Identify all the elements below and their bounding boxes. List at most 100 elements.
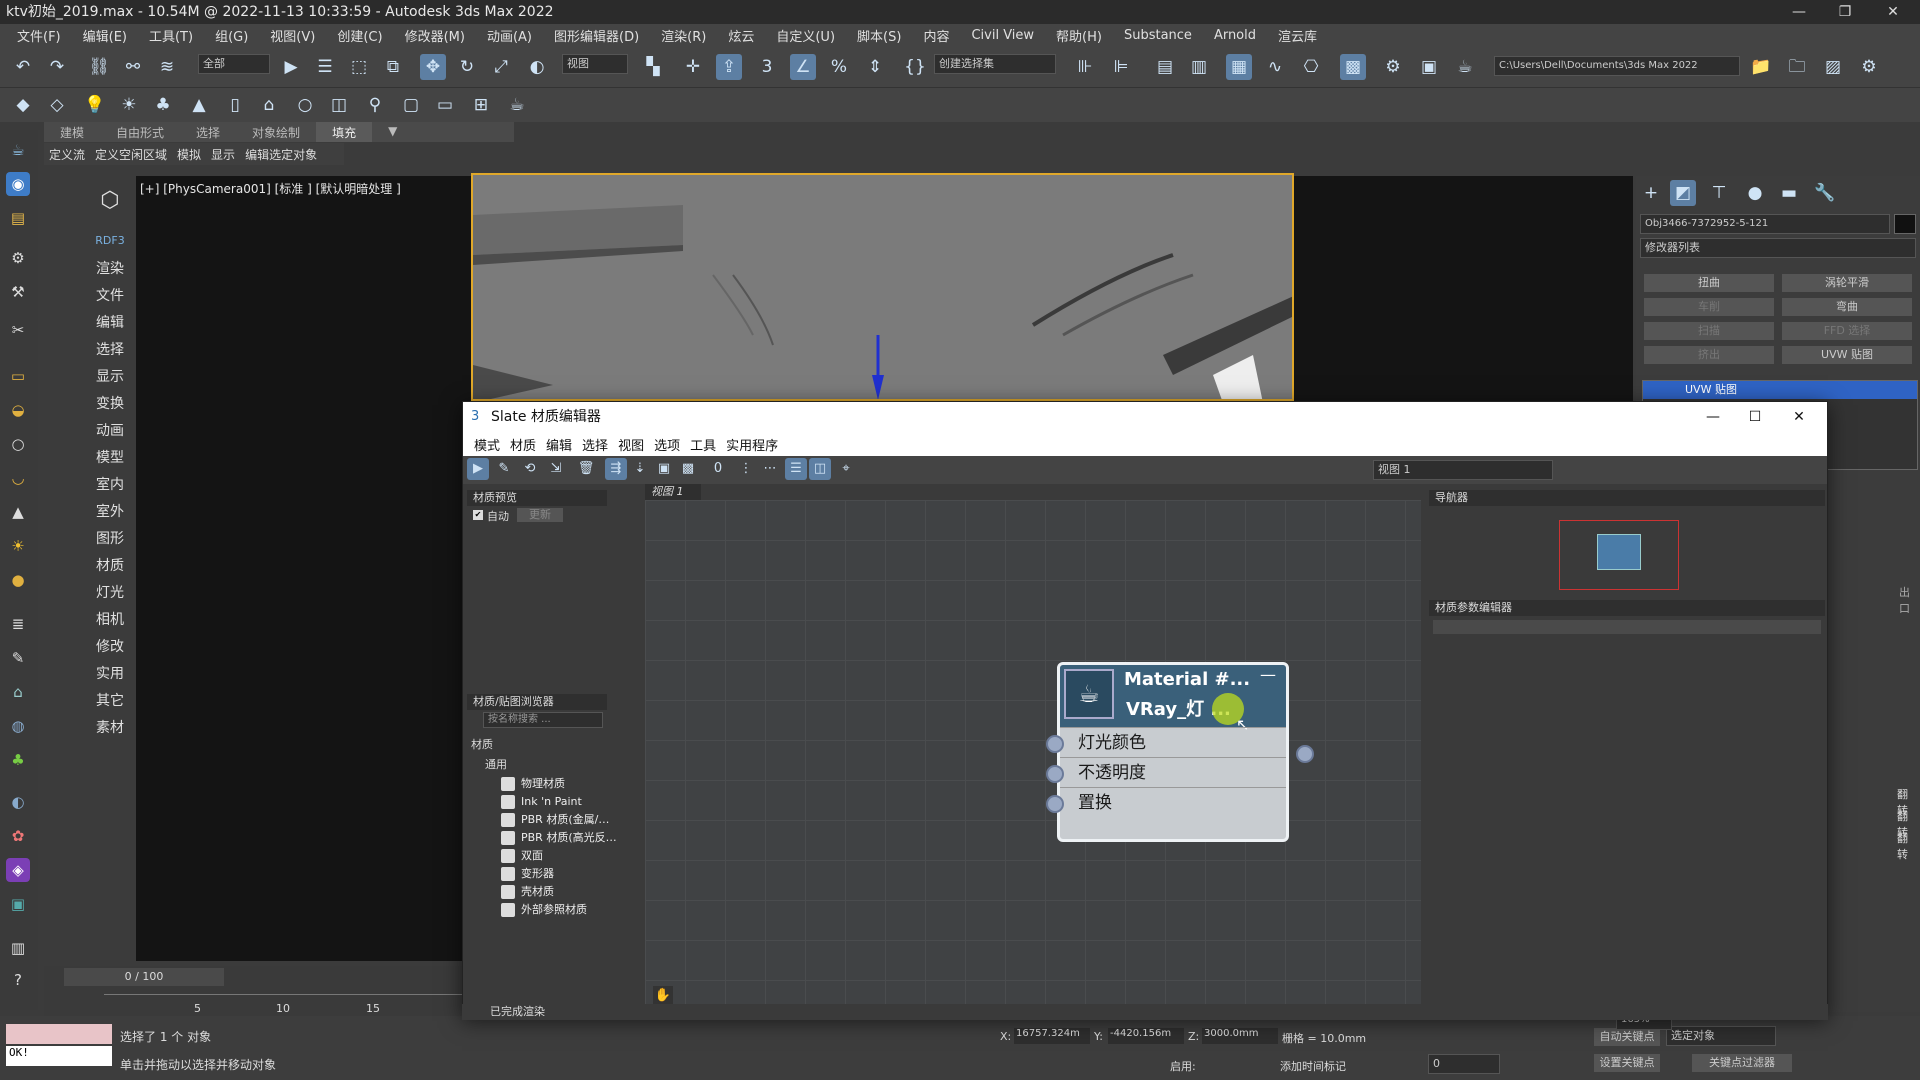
- align-icon[interactable]: ⊫: [1108, 54, 1134, 80]
- utilities-tab-icon[interactable]: 🔧: [1812, 180, 1838, 206]
- browser-item-4[interactable]: 双面: [497, 846, 633, 866]
- ribbon-tab-populate[interactable]: 填充: [316, 122, 373, 142]
- ribbon-options-icon[interactable]: ▼: [372, 122, 413, 142]
- plugin-item-11[interactable]: 材质: [86, 555, 134, 575]
- plugin-item-6[interactable]: 动画: [86, 420, 134, 440]
- toggle-browser-icon[interactable]: ☰: [785, 458, 807, 480]
- close-button[interactable]: ✕: [1870, 0, 1916, 24]
- select-by-material-icon[interactable]: ⌖: [835, 458, 857, 480]
- pan-hand-icon[interactable]: ✋: [653, 986, 673, 1006]
- viewport-label[interactable]: [+] [PhysCamera001] [标准 ] [默认明暗处理 ]: [140, 180, 401, 197]
- browser-item-5[interactable]: 变形器: [497, 864, 633, 884]
- key-object-dropdown[interactable]: 选定对象: [1666, 1026, 1776, 1046]
- ribbon-tab-modeling[interactable]: 建模: [44, 122, 100, 142]
- time-slider[interactable]: 0 / 100: [64, 968, 224, 986]
- mod-bend-button[interactable]: 弯曲: [1782, 298, 1912, 316]
- dock-book-icon[interactable]: ▤: [6, 206, 30, 230]
- plugin-item-5[interactable]: 变换: [86, 393, 134, 413]
- object-name-field[interactable]: Obj3466-7372952-5-121: [1640, 214, 1890, 234]
- frame-icon[interactable]: ◫: [326, 92, 352, 118]
- dock-globe-icon[interactable]: ◍: [6, 714, 30, 738]
- mod-twist-button[interactable]: 扭曲: [1644, 274, 1774, 292]
- update-button[interactable]: 更新: [517, 508, 563, 522]
- menu-item-13[interactable]: 内容: [914, 26, 958, 45]
- window-crossing-icon[interactable]: ⧉: [380, 54, 406, 80]
- browser-item-7[interactable]: 外部参照材质: [497, 900, 633, 920]
- schematic-view-icon[interactable]: ⎔: [1298, 54, 1324, 80]
- move-children-icon[interactable]: ⇶: [605, 458, 627, 480]
- angle-snap-icon[interactable]: ∠: [790, 54, 816, 80]
- x-coord-field[interactable]: 16757.324m: [1014, 1028, 1090, 1044]
- settings-icon[interactable]: ⚙: [1856, 54, 1882, 80]
- view-select-dropdown[interactable]: 视图 1: [1373, 460, 1553, 480]
- dock-stairs-icon[interactable]: ≣: [6, 612, 30, 636]
- browser-item-3[interactable]: PBR 材质(高光反…: [497, 828, 633, 848]
- lamp-icon[interactable]: ⚲: [362, 92, 388, 118]
- modifier-list-dropdown[interactable]: 修改器列表: [1640, 238, 1916, 258]
- slate-menu-item-4[interactable]: 视图: [613, 435, 649, 454]
- snap-toggle-icon[interactable]: 3: [754, 54, 780, 80]
- percent-snap-icon[interactable]: %: [826, 54, 852, 80]
- dock-building-icon[interactable]: ⌂: [6, 680, 30, 704]
- select-manipulate-icon[interactable]: ✛: [680, 54, 706, 80]
- dock-render-icon[interactable]: ▣: [6, 892, 30, 916]
- show-map-icon[interactable]: ▣: [653, 458, 675, 480]
- object-color-swatch[interactable]: [1894, 214, 1916, 234]
- mod-uvw-map-button[interactable]: UVW 贴图: [1782, 346, 1912, 364]
- minimize-button[interactable]: —: [1776, 0, 1822, 24]
- dock-orb-icon[interactable]: ◐: [6, 790, 30, 814]
- scene-explorer-icon[interactable]: ▦: [1226, 54, 1252, 80]
- hierarchy-tab-icon[interactable]: ⊤: [1706, 180, 1732, 206]
- plugin-item-12[interactable]: 灯光: [86, 582, 134, 602]
- grid-icon[interactable]: ⊞: [468, 92, 494, 118]
- plugin-item-4[interactable]: 显示: [86, 366, 134, 386]
- category-material[interactable]: 材质: [471, 736, 493, 752]
- slate-menu-item-3[interactable]: 选择: [577, 435, 613, 454]
- mod-turbosmooth-button[interactable]: 涡轮平滑: [1782, 274, 1912, 292]
- select-tool-icon[interactable]: ▶: [467, 458, 489, 480]
- ribbon-sub-define-flows[interactable]: 定义流: [44, 143, 90, 165]
- menu-item-3[interactable]: 组(G): [206, 26, 257, 45]
- named-selection-dropdown[interactable]: 创建选择集: [934, 54, 1056, 74]
- menu-item-4[interactable]: 视图(V): [261, 26, 324, 45]
- slate-menu-item-6[interactable]: 工具: [685, 435, 721, 454]
- toggle-ribbon-icon[interactable]: ▥: [1186, 54, 1212, 80]
- menu-item-0[interactable]: 文件(F): [8, 26, 70, 45]
- mod-extrude-button[interactable]: 挤出: [1644, 346, 1774, 364]
- rotate-icon[interactable]: ↻: [454, 54, 480, 80]
- stack-item-uvw[interactable]: UVW 贴图: [1643, 381, 1917, 399]
- modify-tab-icon[interactable]: ◩: [1670, 180, 1696, 206]
- dock-cone-icon[interactable]: ▲: [6, 500, 30, 524]
- plugin-item-13[interactable]: 相机: [86, 609, 134, 629]
- slot-opacity[interactable]: 不透明度: [1046, 757, 1286, 787]
- navigator-panel[interactable]: [1429, 506, 1825, 596]
- ribbon-sub-define-idle[interactable]: 定义空闲区域: [90, 143, 172, 165]
- browser-item-6[interactable]: 壳材质: [497, 882, 633, 902]
- dock-ring-icon[interactable]: ○: [6, 432, 30, 456]
- delete-icon[interactable]: 🗑: [575, 458, 597, 480]
- project-folder-icon[interactable]: 📁: [1748, 54, 1774, 80]
- ribbon-tab-object-paint[interactable]: 对象绘制: [236, 122, 316, 142]
- create-geometry-icon[interactable]: ◆: [10, 92, 36, 118]
- dock-folder-icon[interactable]: ▭: [6, 364, 30, 388]
- spinner-snap-icon[interactable]: ⇕: [862, 54, 888, 80]
- ribbon-sub-display[interactable]: 显示: [206, 143, 240, 165]
- sun-icon[interactable]: ☀: [116, 92, 142, 118]
- cone-icon[interactable]: ▲: [186, 92, 212, 118]
- plugin-item-16[interactable]: 其它: [86, 690, 134, 710]
- dock-dome-icon[interactable]: ◒: [6, 398, 30, 422]
- curve-editor-icon[interactable]: ∿: [1262, 54, 1288, 80]
- dock-substance-icon[interactable]: ◈: [6, 858, 30, 882]
- project-path[interactable]: C:\Users\Dell\Documents\3ds Max 2022: [1494, 56, 1740, 76]
- selection-filter-dropdown[interactable]: 全部: [198, 54, 270, 74]
- pivot-center-icon[interactable]: ▚: [640, 54, 666, 80]
- plugin-item-7[interactable]: 模型: [86, 447, 134, 467]
- plugin-item-3[interactable]: 选择: [86, 339, 134, 359]
- auto-checkbox[interactable]: ✔: [473, 510, 483, 520]
- add-time-tag[interactable]: 添加时间标记: [1280, 1058, 1346, 1074]
- edit-named-sel-icon[interactable]: {}: [902, 54, 928, 80]
- workspace-icon[interactable]: ▨: [1820, 54, 1846, 80]
- socket-light-color[interactable]: [1046, 735, 1064, 753]
- dialog-close-button[interactable]: ✕: [1779, 402, 1819, 432]
- dock-sun-icon[interactable]: ☀: [6, 534, 30, 558]
